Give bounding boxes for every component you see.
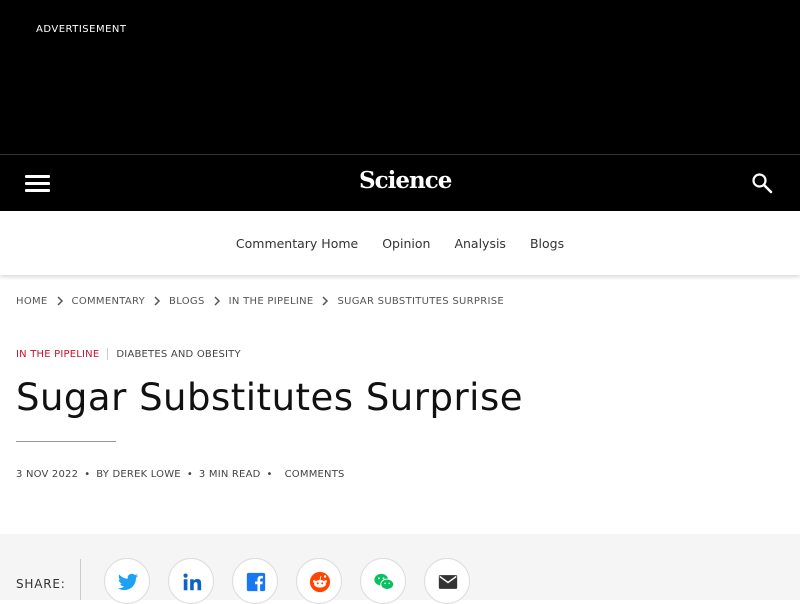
- breadcrumb: HOME COMMENTARY BLOGS IN THE PIPELINE SU…: [16, 295, 504, 307]
- chevron-right-icon: [322, 296, 329, 306]
- facebook-icon: [246, 572, 266, 592]
- meta-separator: •: [186, 469, 193, 480]
- subnav-commentary-home[interactable]: Commentary Home: [236, 236, 358, 251]
- wechat-icon: [374, 573, 395, 590]
- article-author[interactable]: BY DEREK LOWE: [96, 469, 181, 480]
- share-facebook-button[interactable]: [232, 558, 278, 604]
- article-title: Sugar Substitutes Surprise: [16, 376, 523, 419]
- search-button[interactable]: [750, 171, 774, 195]
- share-bar: SHARE:: [0, 534, 800, 604]
- category-secondary-link[interactable]: DIABETES AND OBESITY: [116, 349, 240, 360]
- share-divider: [80, 559, 81, 600]
- meta-separator: •: [84, 469, 91, 480]
- article-read-time: 3 MIN READ: [198, 469, 261, 480]
- menu-button[interactable]: [22, 168, 54, 198]
- meta-separator: •: [266, 469, 273, 480]
- article-categories: IN THE PIPELINE DIABETES AND OBESITY: [16, 348, 241, 360]
- share-wechat-button[interactable]: [360, 558, 406, 604]
- share-linkedin-button[interactable]: [168, 558, 214, 604]
- top-navigation-bar: Science: [0, 154, 800, 211]
- article-date: 3 NOV 2022: [16, 469, 79, 480]
- advertisement-area: ADVERTISEMENT: [0, 0, 800, 154]
- subnav-analysis[interactable]: Analysis: [454, 236, 506, 251]
- title-underline: [16, 441, 116, 442]
- linkedin-icon: [183, 573, 202, 591]
- category-primary-link[interactable]: IN THE PIPELINE: [16, 349, 99, 360]
- share-email-button[interactable]: [424, 558, 470, 604]
- chevron-right-icon: [57, 296, 63, 306]
- email-icon: [438, 575, 458, 589]
- comments-link[interactable]: COMMENTS: [285, 469, 345, 480]
- subnav-blogs[interactable]: Blogs: [530, 236, 564, 251]
- breadcrumb-in-the-pipeline[interactable]: IN THE PIPELINE: [229, 296, 314, 307]
- breadcrumb-home[interactable]: HOME: [16, 296, 48, 307]
- share-label: SHARE:: [16, 577, 66, 591]
- twitter-icon: [117, 573, 139, 591]
- search-icon: [752, 173, 773, 194]
- reddit-icon: [309, 571, 331, 593]
- breadcrumb-commentary[interactable]: COMMENTARY: [72, 296, 146, 307]
- subnav-opinion[interactable]: Opinion: [382, 236, 430, 251]
- article-meta: 3 NOV 2022 • BY DEREK LOWE • 3 MIN READ …: [16, 469, 345, 480]
- breadcrumb-current: SUGAR SUBSTITUTES SURPRISE: [337, 295, 505, 307]
- chevron-right-icon: [154, 296, 161, 306]
- share-reddit-button[interactable]: [296, 558, 342, 604]
- science-logo[interactable]: Science: [359, 167, 452, 194]
- commentary-subnav: Commentary Home Opinion Analysis Blogs: [0, 211, 800, 275]
- share-twitter-button[interactable]: [104, 558, 150, 604]
- category-divider: [107, 348, 109, 360]
- advertisement-label: ADVERTISEMENT: [36, 24, 127, 35]
- breadcrumb-blogs[interactable]: BLOGS: [169, 296, 205, 307]
- chevron-right-icon: [214, 296, 220, 306]
